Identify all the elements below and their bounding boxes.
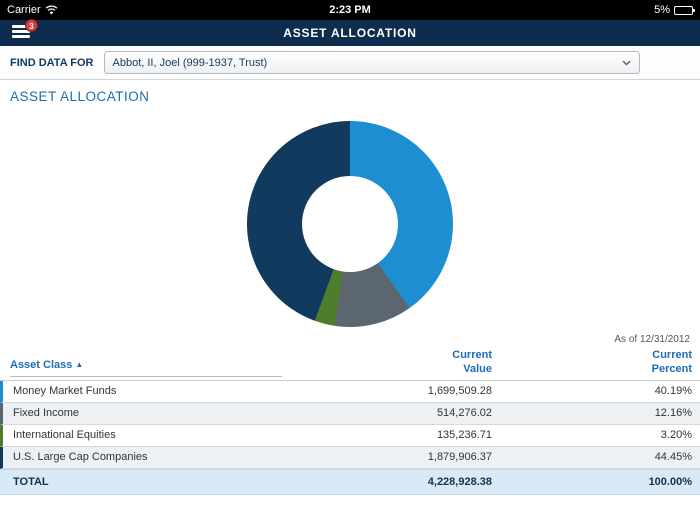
table-row[interactable]: Fixed Income 514,276.02 12.16% xyxy=(0,403,700,425)
status-bar: Carrier 2:23 PM 5% xyxy=(0,0,700,20)
current-value-cell: 1,879,906.37 xyxy=(342,451,492,463)
asset-class-cell: International Equities xyxy=(11,429,342,441)
section-title: ASSET ALLOCATION xyxy=(10,89,700,104)
as-of-date: As of 12/31/2012 xyxy=(0,334,690,345)
asset-table: Asset Class▲ Current Value Current Perce… xyxy=(0,349,700,495)
table-row[interactable]: U.S. Large Cap Companies 1,879,906.37 44… xyxy=(0,447,700,469)
menu-button[interactable]: 3 xyxy=(12,25,30,40)
table-row[interactable]: Money Market Funds 1,699,509.28 40.19% xyxy=(0,381,700,403)
current-value-header[interactable]: Current Value xyxy=(342,349,492,377)
battery-icon xyxy=(674,6,693,15)
current-percent-cell: 3.20% xyxy=(492,429,692,441)
app-window: Carrier 2:23 PM 5% 3 ASSET ALLOCATION FI… xyxy=(0,0,700,525)
donut-hole xyxy=(302,176,398,272)
sort-asc-icon: ▲ xyxy=(75,360,83,369)
current-percent-cell: 40.19% xyxy=(492,385,692,397)
total-percent: 100.00% xyxy=(492,476,692,488)
battery-percent: 5% xyxy=(654,4,670,16)
total-label: TOTAL xyxy=(11,476,342,488)
find-data-label: FIND DATA FOR xyxy=(10,57,94,69)
current-percent-header[interactable]: Current Percent xyxy=(492,349,692,377)
asset-class-cell: Money Market Funds xyxy=(11,385,342,397)
nav-bar: 3 ASSET ALLOCATION xyxy=(0,20,700,46)
table-header-row: Asset Class▲ Current Value Current Perce… xyxy=(0,349,700,381)
total-row: TOTAL 4,228,928.38 100.00% xyxy=(0,469,700,495)
current-value-cell: 514,276.02 xyxy=(342,407,492,419)
page-title: ASSET ALLOCATION xyxy=(283,26,416,40)
table-row[interactable]: International Equities 135,236.71 3.20% xyxy=(0,425,700,447)
chevron-down-icon xyxy=(622,57,631,69)
asset-class-header[interactable]: Asset Class▲ xyxy=(10,359,342,377)
total-value: 4,228,928.38 xyxy=(342,476,492,488)
current-value-cell: 135,236.71 xyxy=(342,429,492,441)
clock: 2:23 PM xyxy=(0,4,700,16)
find-data-bar: FIND DATA FOR Abbot, II, Joel (999-1937,… xyxy=(0,46,700,80)
account-select[interactable]: Abbot, II, Joel (999-1937, Trust) xyxy=(104,51,640,74)
asset-class-cell: Fixed Income xyxy=(11,407,342,419)
current-value-cell: 1,699,509.28 xyxy=(342,385,492,397)
current-percent-cell: 12.16% xyxy=(492,407,692,419)
current-percent-cell: 44.45% xyxy=(492,451,692,463)
notification-badge: 3 xyxy=(25,19,38,32)
donut-chart[interactable] xyxy=(247,121,453,327)
account-select-value: Abbot, II, Joel (999-1937, Trust) xyxy=(113,57,268,69)
asset-class-cell: U.S. Large Cap Companies xyxy=(11,451,342,463)
table-body: Money Market Funds 1,699,509.28 40.19% F… xyxy=(0,381,700,469)
